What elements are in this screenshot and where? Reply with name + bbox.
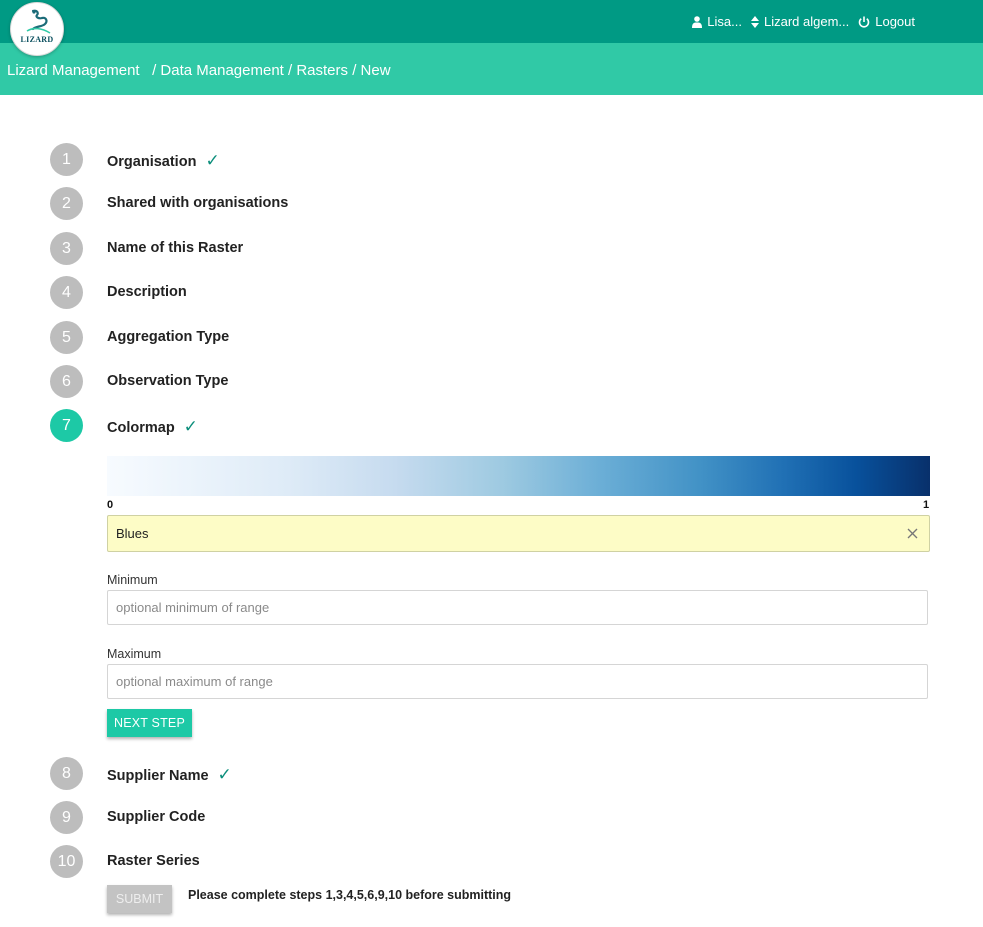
step-number: 3 <box>50 232 83 265</box>
logout-label: Logout <box>875 14 915 29</box>
breadcrumb-separator: / <box>352 62 361 79</box>
user-menu: Lisa... Lizard algem... Logout <box>683 14 915 29</box>
step-number: 5 <box>50 321 83 354</box>
step-description[interactable]: 4 Description <box>50 276 187 309</box>
step-number: 4 <box>50 276 83 309</box>
user-name: Lisa... <box>707 14 742 29</box>
submit-validation-message: Please complete steps 1,3,4,5,6,9,10 bef… <box>188 888 512 902</box>
step-observation-type[interactable]: 6 Observation Type <box>50 365 228 398</box>
user-account-menu[interactable]: Lisa... <box>692 14 742 29</box>
step-number: 9 <box>50 801 83 834</box>
organisation-switcher[interactable]: Lizard algem... <box>750 14 850 29</box>
step-number: 6 <box>50 365 83 398</box>
colormap-select[interactable]: Blues <box>107 515 930 552</box>
maximum-label: Maximum <box>107 647 162 661</box>
lizard-logo-icon <box>26 9 51 34</box>
step-number: 10 <box>50 845 83 878</box>
step-label: Raster Series <box>107 853 200 869</box>
step-shared-with-organisations[interactable]: 2 Shared with organisations <box>50 187 288 220</box>
logo-text: LIZARD <box>20 35 54 44</box>
checkmark-icon: ✓ <box>183 417 198 436</box>
checkmark-icon: ✓ <box>205 151 220 170</box>
colormap-min-tick: 0 <box>107 499 114 511</box>
step-supplier-code[interactable]: 9 Supplier Code <box>50 801 205 834</box>
step-label: Supplier Name <box>107 768 209 784</box>
step-raster-series[interactable]: 10 Raster Series <box>50 845 200 878</box>
top-bar: Lisa... Lizard algem... Logout <box>0 0 983 43</box>
step-number: 7 <box>50 409 83 442</box>
minimum-label: Minimum <box>107 573 158 587</box>
step-label: Shared with organisations <box>107 195 289 211</box>
organisation-name: Lizard algem... <box>763 14 850 29</box>
step-colormap[interactable]: 7 Colormap ✓ <box>50 409 198 442</box>
power-icon <box>858 16 870 28</box>
sort-icon <box>750 15 759 28</box>
breadcrumb-rasters[interactable]: Rasters <box>296 62 348 79</box>
breadcrumb-data-management[interactable]: Data Management <box>160 62 283 79</box>
step-label: Supplier Code <box>107 809 206 825</box>
breadcrumb-bar: Lizard Management / Data Management / Ra… <box>0 43 983 95</box>
next-step-button[interactable]: NEXT STEP <box>107 709 192 737</box>
colormap-preview <box>107 456 930 496</box>
step-number: 8 <box>50 757 83 790</box>
colormap-selected-value: Blues <box>116 526 149 541</box>
step-supplier-name[interactable]: 8 Supplier Name ✓ <box>50 757 232 790</box>
lizard-logo[interactable]: LIZARD <box>10 2 64 56</box>
breadcrumb: Lizard Management / Data Management / Ra… <box>7 62 391 79</box>
step-organisation[interactable]: 1 Organisation ✓ <box>50 143 220 176</box>
step-label: Colormap <box>107 420 175 436</box>
close-icon[interactable] <box>906 527 919 540</box>
checkmark-icon: ✓ <box>217 765 232 784</box>
logout-button[interactable]: Logout <box>858 14 915 29</box>
step-aggregation-type[interactable]: 5 Aggregation Type <box>50 321 229 354</box>
maximum-input[interactable] <box>107 664 928 699</box>
colormap-max-tick: 1 <box>923 499 930 511</box>
step-number: 1 <box>50 143 83 176</box>
user-icon <box>692 15 703 28</box>
step-label: Name of this Raster <box>107 240 244 256</box>
breadcrumb-separator: / <box>143 62 161 79</box>
step-label: Aggregation Type <box>107 329 230 345</box>
step-number: 2 <box>50 187 83 220</box>
step-label: Organisation <box>107 154 197 170</box>
step-label: Description <box>107 284 187 300</box>
step-label: Observation Type <box>107 373 229 389</box>
breadcrumb-lizard-management[interactable]: Lizard Management <box>7 62 140 79</box>
step-raster-name[interactable]: 3 Name of this Raster <box>50 232 243 265</box>
minimum-input[interactable] <box>107 590 928 625</box>
breadcrumb-new[interactable]: New <box>361 62 391 79</box>
submit-button[interactable]: SUBMIT <box>107 885 172 913</box>
